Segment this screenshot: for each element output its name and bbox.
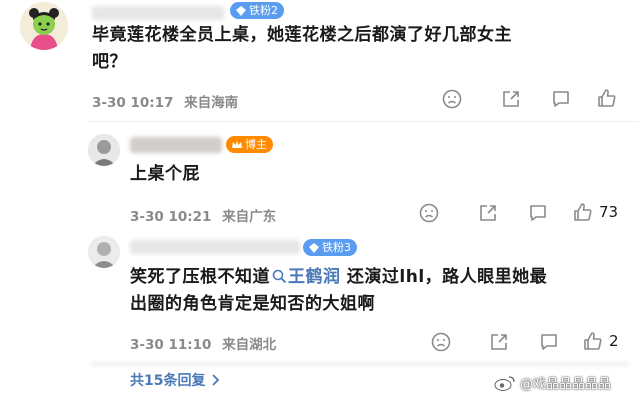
avatar[interactable] <box>88 236 120 268</box>
comment-text-line: 笑死了压根不知道 王鹤润 还演过lhl，路人眼里她最 <box>130 264 635 291</box>
comment-meta: 3-30 11:10 来自湖北 <box>130 333 276 353</box>
blurred-line <box>90 362 630 366</box>
fan-badge: 铁粉3 <box>303 239 357 256</box>
share-button[interactable] <box>489 332 509 352</box>
watermark-text: @戏晶晶晶晶晶 <box>520 377 612 392</box>
crown-icon <box>232 140 242 148</box>
share-icon <box>491 334 507 350</box>
share-icon <box>480 205 496 221</box>
timestamp: 3-30 11:10 <box>130 337 212 353</box>
comment-text: 上桌个屁 <box>130 164 200 184</box>
share-button[interactable] <box>501 89 521 109</box>
location: 来自广东 <box>222 209 277 225</box>
sad-face-icon <box>442 89 462 109</box>
like-count: 2 <box>609 332 619 350</box>
timestamp: 3-30 10:17 <box>92 95 174 111</box>
comment-icon <box>553 91 569 107</box>
author-badge: 博主 <box>226 136 273 153</box>
username[interactable] <box>92 6 224 20</box>
mention-link[interactable]: 王鹤润 <box>270 267 341 287</box>
fan-badge-label: 铁粉3 <box>322 241 351 254</box>
comment-button[interactable] <box>528 203 548 223</box>
avatar-image <box>88 236 120 268</box>
thumbs-up-icon <box>574 203 592 221</box>
comment-text-segment: 还演过lhl，路人眼里她最 <box>340 267 548 287</box>
share-icon <box>503 91 519 107</box>
comment-text-segment: 笑死了压根不知道 <box>130 267 270 287</box>
location: 来自海南 <box>184 95 239 111</box>
fan-badge: 铁粉2 <box>230 2 284 19</box>
sad-face-icon <box>419 203 439 223</box>
search-icon <box>272 269 287 284</box>
comment-meta: 3-30 10:17 来自海南 <box>92 91 238 111</box>
like-button[interactable]: 73 <box>573 202 618 222</box>
chevron-right-icon <box>212 374 220 386</box>
comment-text-line: 出圈的角色肯定是知否的大姐啊 <box>130 294 375 314</box>
timestamp: 3-30 10:21 <box>130 209 212 225</box>
username[interactable] <box>130 137 222 153</box>
weibo-logo-icon <box>494 375 515 391</box>
mention-text: 王鹤润 <box>288 267 341 287</box>
author-badge-label: 博主 <box>245 138 267 151</box>
divider <box>88 121 639 122</box>
avatar-image <box>20 2 68 50</box>
comment-button[interactable] <box>539 332 559 352</box>
dislike-button[interactable] <box>442 89 462 109</box>
thumbs-up-icon <box>584 332 602 350</box>
avatar[interactable] <box>20 2 68 50</box>
like-button[interactable]: 2 <box>583 331 619 351</box>
comment-text-line: 毕竟莲花楼全员上桌，她莲花楼之后都演了好几部女主 <box>92 25 512 45</box>
diamond-icon <box>309 242 319 253</box>
fan-badge-label: 铁粉2 <box>249 4 278 17</box>
like-count: 73 <box>599 203 619 221</box>
more-replies-label: 共15条回复 <box>130 373 206 389</box>
sad-face-icon <box>431 332 451 352</box>
avatar[interactable] <box>88 134 120 166</box>
avatar-image <box>88 134 120 166</box>
username[interactable] <box>130 240 300 254</box>
comment-icon <box>541 334 557 350</box>
dislike-button[interactable] <box>419 203 439 223</box>
comment-icon <box>530 205 546 221</box>
thumbs-up-icon <box>598 89 616 107</box>
comment-text: 毕竟莲花楼全员上桌，她莲花楼之后都演了好几部女主 吧？ <box>92 22 622 76</box>
comment-text-line: 吧？ <box>92 52 127 72</box>
more-replies-link[interactable]: 共15条回复 <box>130 370 221 390</box>
diamond-icon <box>236 5 246 16</box>
comment-meta: 3-30 10:21 来自广东 <box>130 205 276 225</box>
comment-text: 笑死了压根不知道 王鹤润 还演过lhl，路人眼里她最 出圈的角色肯定是知否的大姐啊 <box>130 264 635 318</box>
share-button[interactable] <box>478 203 498 223</box>
location: 来自湖北 <box>222 337 277 353</box>
watermark: @戏晶晶晶晶晶 <box>494 373 611 392</box>
dislike-button[interactable] <box>431 332 451 352</box>
like-button[interactable] <box>597 88 617 108</box>
comment-button[interactable] <box>551 89 571 109</box>
